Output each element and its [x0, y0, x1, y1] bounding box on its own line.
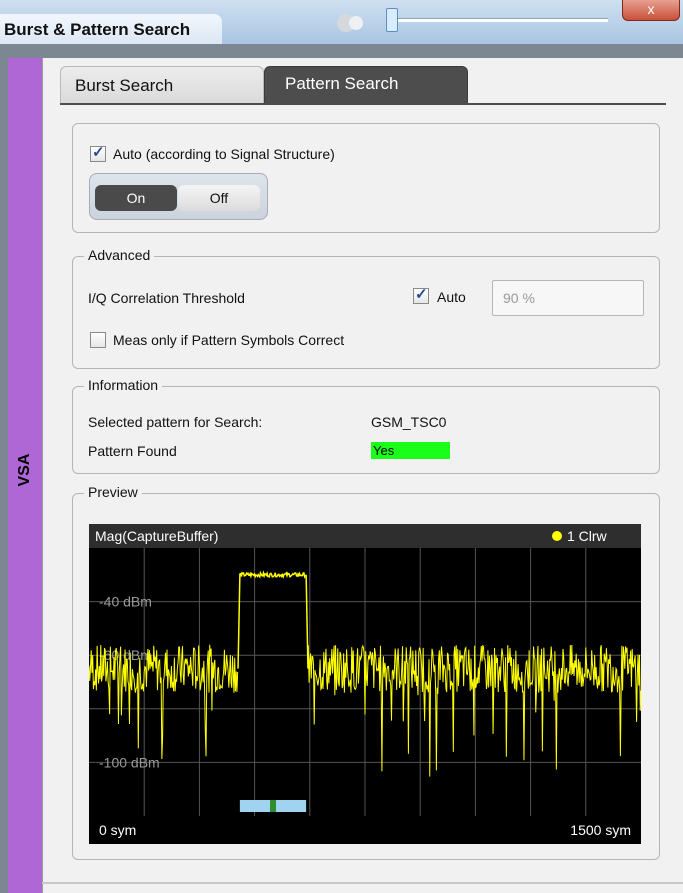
information-group — [72, 386, 660, 474]
selected-pattern-value: GSM_TSC0 — [371, 414, 447, 430]
plot-title: Mag(CaptureBuffer) — [95, 528, 219, 544]
information-legend: Information — [84, 377, 163, 393]
preview-plot[interactable]: -40 dBm -60 dBm -100 dBm — [89, 524, 641, 844]
plot-footer: 0 sym 1500 sym — [89, 816, 641, 844]
meas-only-checkbox[interactable] — [90, 332, 106, 348]
vsa-side-label-text: VSA — [16, 453, 33, 487]
vsa-side-label: VSA — [8, 440, 42, 500]
threshold-auto-checkbox[interactable]: ✓ — [413, 286, 429, 304]
trace-label: 1 Clrw — [567, 528, 607, 544]
reference-level-label: -100 dBm — [99, 754, 160, 770]
trace-dot-icon — [552, 531, 562, 541]
checkmark-icon: ✓ — [415, 286, 428, 303]
x-start-label: 0 sym — [99, 822, 137, 838]
preview-plot-canvas: -40 dBm-60 dBm-100 dBm — [89, 548, 641, 816]
auto-label: Auto (according to Signal Structure) — [113, 146, 335, 162]
selected-pattern-label: Selected pattern for Search: — [88, 414, 263, 430]
advanced-legend: Advanced — [84, 247, 155, 263]
toggle-off-button[interactable]: Off — [178, 185, 260, 211]
threshold-label: I/Q Correlation Threshold — [88, 290, 245, 306]
tab-pattern-search[interactable]: Pattern Search — [264, 66, 468, 104]
plot-header: Mag(CaptureBuffer) 1 Clrw — [89, 524, 641, 548]
window-orb-icon — [337, 14, 363, 32]
title-slider-handle[interactable] — [386, 8, 398, 32]
title-slider-track[interactable] — [398, 18, 608, 22]
panel-bottom-edge — [42, 882, 683, 884]
tab-burst-search[interactable]: Burst Search — [60, 66, 264, 104]
pattern-found-indicator: Yes — [371, 442, 450, 459]
threshold-value: 90 % — [503, 290, 535, 306]
toggle-on-button[interactable]: On — [95, 185, 177, 211]
reference-level-label: -40 dBm — [99, 594, 152, 610]
pattern-found-value: Yes — [373, 443, 395, 458]
x-stop-label: 1500 sym — [570, 822, 631, 838]
threshold-auto-label: Auto — [437, 289, 466, 305]
trace-burst — [237, 569, 309, 669]
dialog-title: Burst & Pattern Search — [4, 20, 191, 39]
tab-underline — [60, 103, 666, 105]
auto-checkbox[interactable]: ✓ — [90, 144, 106, 162]
meas-only-label: Meas only if Pattern Symbols Correct — [113, 332, 345, 348]
pattern-found-label: Pattern Found — [88, 443, 177, 459]
trace-noise-right — [307, 644, 641, 777]
preview-legend: Preview — [84, 484, 142, 500]
pattern-center-marker — [270, 800, 276, 812]
checkmark-icon: ✓ — [92, 144, 105, 161]
tab-pattern-search-label: Pattern Search — [285, 74, 399, 93]
threshold-input[interactable]: 90 % — [492, 280, 644, 316]
close-button[interactable]: x — [622, 0, 680, 21]
tab-burst-search-label: Burst Search — [75, 76, 174, 95]
